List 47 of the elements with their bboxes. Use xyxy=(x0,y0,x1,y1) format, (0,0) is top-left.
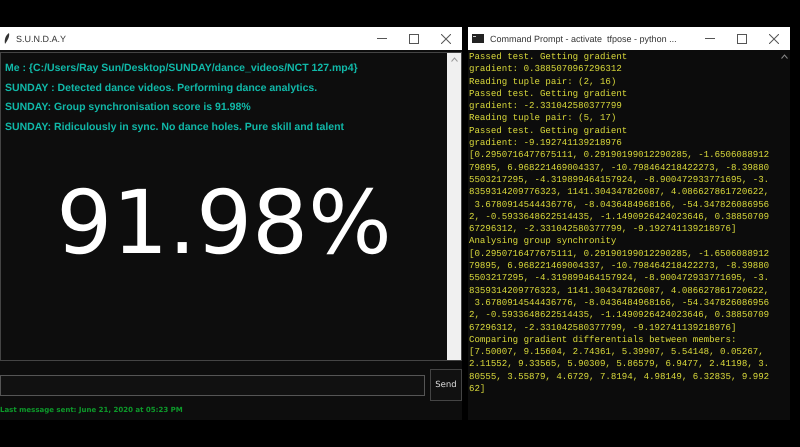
console-line: Passed test. Getting gradient xyxy=(469,88,628,100)
scrollbar[interactable] xyxy=(447,53,461,360)
console-line: 62] xyxy=(469,383,486,396)
message-input[interactable] xyxy=(0,375,425,396)
console-line: Analysing group synchronity xyxy=(469,235,618,248)
console-line: 67296312, -2.331042580377799, -9.192741139218976] xyxy=(469,322,738,334)
console-line: gradient: -9.192741139218976 xyxy=(469,137,623,150)
maximize-icon xyxy=(737,34,747,44)
maximize-icon xyxy=(409,34,419,44)
minimize-icon xyxy=(377,38,387,39)
console-line: [7.50007, 9.15604, 2.74361, 5.39907, 5.54148, 0.05267, xyxy=(469,346,765,358)
console-line: [0.2950716477675111, 0.29190199012290285, -1.6506088912 xyxy=(469,149,770,162)
console-line: Comparing gradient differentials between members: xyxy=(469,334,738,346)
console-line: 2.11552, 9.33565, 5.90309, 5.86579, 6.9477, 2.41198, 3. xyxy=(469,358,770,371)
minimize-icon xyxy=(705,38,715,39)
console-line: 2, -0.5933648622514435, -1.1490926424023646, 0.38850709 xyxy=(469,309,770,322)
close-icon xyxy=(441,34,451,44)
console-line: 5503217295, -4.319899464157924, -8.900472933771695, -3. xyxy=(469,272,770,285)
console-line: Reading tuple pair: (5, 17) xyxy=(469,112,618,125)
console-line: gradient: 0.3885070967296312 xyxy=(469,63,623,76)
console-line: 5503217295, -4.319899464157924, -8.900472933771695, -3. xyxy=(469,174,770,186)
terminal-icon xyxy=(472,34,484,43)
console-line: 79895, 6.968221469004337, -10.798464218422273, -8.39880 xyxy=(469,260,770,272)
console-line: 8359314209776323, 1141.304347826087, 4.086627861720622, xyxy=(469,284,770,297)
chat-message: SUNDAY: Ridiculously in sync. No dance holes. Pure skill and talent xyxy=(5,120,345,134)
console-line: 8359314209776323, 1141.304347826087, 4.086627861720622, xyxy=(469,186,770,199)
close-icon xyxy=(769,34,779,44)
scroll-up-icon[interactable] xyxy=(781,54,788,59)
console-line: Passed test. Getting gradient xyxy=(469,124,628,138)
console-line: 2, -0.5933648622514435, -1.1490926424023646, 0.38850709 xyxy=(469,210,770,224)
feather-icon xyxy=(4,33,10,44)
chat-message: SUNDAY: Group synchronisation score is 91.98% xyxy=(5,100,252,115)
chat-message: Me : {C:/Users/Ray Sun/Desktop/SUNDAY/dance_videos/NCT 127.mp4} xyxy=(5,61,359,76)
chat-message: SUNDAY : Detected dance videos. Performing dance analytics. xyxy=(5,80,318,96)
window-title: S.U.N.D.A.Y xyxy=(16,34,68,44)
console-line: 67296312, -2.331042580377799, -9.192741139218976] xyxy=(469,223,738,236)
console-line: 79895, 6.968221469004337, -10.798464218422273, -8.39880 xyxy=(469,162,770,174)
console-line: Passed test. Getting gradient xyxy=(469,51,628,64)
console-line: 3.6780914544436776, -8.0436484968166, -54.347826086956 xyxy=(473,198,770,211)
send-button[interactable]: Send xyxy=(430,369,462,401)
console-line: Reading tuple pair: (2, 16) xyxy=(469,76,618,88)
console-line: [0.2950716477675111, 0.29190199012290285, -1.6506088912 xyxy=(469,248,770,260)
console-line: 3.6780914544436776, -8.0436484968166, -54.347826086956 xyxy=(473,296,770,310)
console-line: 80555, 3.55879, 4.6729, 7.8194, 4.98149, 6.32835, 9.992 xyxy=(469,370,770,384)
score-text: 91.98% xyxy=(55,179,393,267)
window-title: Command Prompt - activate tfpose - python ... xyxy=(490,34,678,44)
console-line: gradient: -2.331042580377799 xyxy=(469,100,623,112)
